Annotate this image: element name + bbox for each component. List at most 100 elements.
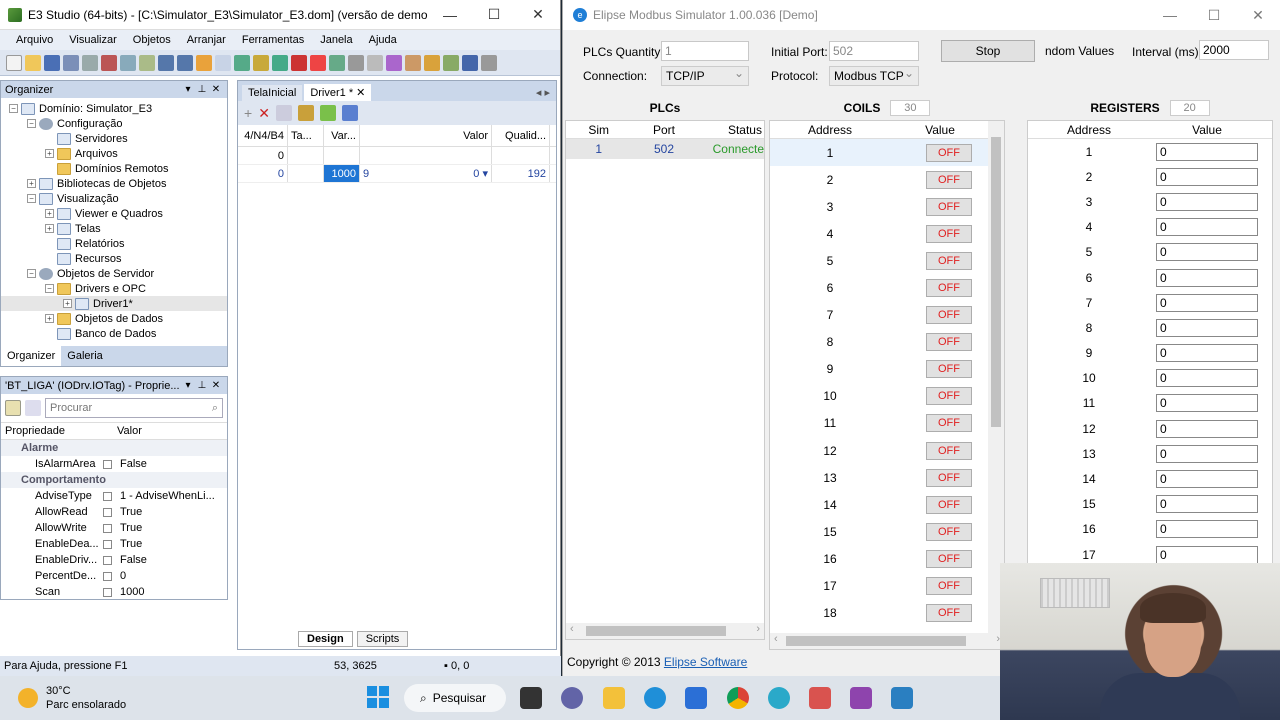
verify-icon[interactable] — [348, 54, 364, 71]
valor-combo[interactable]: 0 ▾ — [473, 165, 488, 182]
expand-icon[interactable]: + — [45, 224, 54, 233]
weather-widget[interactable]: 30°C Parc ensolarado — [18, 684, 126, 712]
tree-item[interactable]: + Arquivos — [1, 146, 227, 161]
coils-vertical-scrollbar[interactable] — [988, 121, 1004, 635]
next-icon[interactable] — [367, 54, 383, 71]
file-explorer-icon[interactable] — [603, 687, 625, 709]
tab-telainicial[interactable]: TelaInicial — [242, 85, 303, 101]
property-row[interactable]: PercentDe... 0 — [1, 568, 227, 584]
tree-item[interactable]: − Drivers e OPC — [1, 281, 227, 296]
properties-icon[interactable] — [82, 54, 98, 71]
register-value-input[interactable]: 0 — [1156, 369, 1258, 388]
coil-toggle-button[interactable]: OFF — [926, 387, 972, 406]
tree-item[interactable]: Relatórios — [1, 236, 227, 251]
expand-icon[interactable]: + — [45, 209, 54, 218]
tree-item[interactable]: Servidores — [1, 131, 227, 146]
property-row[interactable]: IsAlarmArea False — [1, 456, 227, 472]
menu-ferramentas[interactable]: Ferramentas — [234, 34, 312, 46]
tree-item[interactable]: Banco de Dados — [1, 326, 227, 341]
plc-row[interactable]: 1 502 Connecte — [566, 139, 764, 159]
cell[interactable] — [288, 165, 324, 182]
collapse-icon[interactable]: − — [27, 194, 36, 203]
coils-count[interactable]: 30 — [890, 100, 931, 116]
lamp-icon[interactable] — [253, 54, 269, 71]
maximize-icon[interactable]: ☐ — [1192, 7, 1236, 24]
coil-toggle-button[interactable]: OFF — [926, 333, 972, 352]
property-value[interactable]: True — [99, 538, 227, 550]
close-panel-icon[interactable]: ✕ — [209, 84, 223, 95]
undo-icon[interactable] — [158, 54, 174, 71]
pin-icon[interactable]: ⊥ — [195, 84, 209, 95]
property-value[interactable]: 1 - AdviseWhenLi... — [99, 490, 227, 502]
cell[interactable] — [360, 147, 492, 164]
tab-galeria[interactable]: Galeria — [61, 346, 108, 366]
property-row[interactable]: AllowWrite True — [1, 520, 227, 536]
expand-icon[interactable]: + — [63, 299, 72, 308]
new-icon[interactable] — [6, 54, 22, 71]
cell[interactable] — [324, 147, 360, 164]
taskbar-search[interactable]: ⌕ Pesquisar — [404, 684, 506, 712]
menu-janela[interactable]: Janela — [312, 34, 360, 46]
stop-button[interactable]: Stop — [941, 40, 1035, 62]
config-driver-icon[interactable] — [341, 105, 358, 121]
register-value-input[interactable]: 0 — [1156, 192, 1258, 211]
register-value-input[interactable]: 0 — [1156, 545, 1258, 564]
close-icon[interactable]: ✕ — [1236, 7, 1280, 24]
expand-icon[interactable]: + — [45, 149, 54, 158]
tree-item[interactable]: + Viewer e Quadros — [1, 206, 227, 221]
coil-toggle-button[interactable]: OFF — [926, 360, 972, 379]
register-value-input[interactable]: 0 — [1156, 419, 1258, 438]
property-value[interactable]: False — [99, 554, 227, 566]
copy-icon[interactable] — [120, 54, 136, 71]
register-value-input[interactable]: 0 — [1156, 520, 1258, 539]
dropdown-icon[interactable]: ▾ — [181, 380, 195, 391]
close-tab-icon[interactable]: ✕ — [356, 87, 365, 99]
interval-field[interactable]: 2000 — [1199, 40, 1269, 60]
coil-toggle-button[interactable]: OFF — [926, 224, 972, 243]
register-value-input[interactable]: 0 — [1156, 218, 1258, 237]
alarm-icon[interactable] — [310, 54, 326, 71]
register-value-input[interactable]: 0 — [1156, 444, 1258, 463]
property-value[interactable]: True — [99, 522, 227, 534]
tree-item[interactable]: Recursos — [1, 251, 227, 266]
coil-toggle-button[interactable]: OFF — [926, 306, 972, 325]
collapse-icon[interactable]: − — [27, 119, 36, 128]
pin-icon[interactable]: ⊥ — [195, 380, 209, 391]
category-comportamento[interactable]: Comportamento — [1, 472, 227, 488]
gallery-icon[interactable] — [405, 54, 421, 71]
run-icon[interactable] — [272, 54, 288, 71]
property-row[interactable]: AllowRead True — [1, 504, 227, 520]
app2-icon[interactable] — [891, 687, 913, 709]
connection-select[interactable]: TCP/IP — [661, 64, 749, 86]
tab-design[interactable]: Design — [298, 631, 353, 647]
folder-icon[interactable] — [297, 105, 314, 121]
scroll-right-icon[interactable]: › — [756, 623, 760, 635]
play-icon[interactable] — [319, 105, 336, 121]
register-value-input[interactable]: 0 — [1156, 344, 1258, 363]
property-value[interactable]: False — [99, 458, 227, 470]
menu-objetos[interactable]: Objetos — [125, 34, 179, 46]
value-cell[interactable]: 9 0 ▾ — [360, 165, 492, 182]
coil-toggle-button[interactable]: OFF — [926, 577, 972, 596]
property-value[interactable]: 0 — [99, 570, 227, 582]
cell[interactable]: 0 — [238, 147, 288, 164]
register-value-input[interactable]: 0 — [1156, 243, 1258, 262]
categorized-icon[interactable] — [5, 400, 21, 416]
tree-item[interactable]: + Driver1* — [1, 296, 227, 311]
category-alarme[interactable]: Alarme — [1, 440, 227, 456]
cut-icon[interactable] — [101, 54, 117, 71]
coils-horizontal-scrollbar[interactable]: ‹ › — [770, 633, 1004, 649]
scroll-thumb[interactable] — [786, 636, 966, 646]
tree-item[interactable]: − Domínio: Simulator_E3 — [1, 101, 227, 116]
tree-item[interactable]: Domínios Remotos — [1, 161, 227, 176]
coil-toggle-button[interactable]: OFF — [926, 495, 972, 514]
scroll-thumb[interactable] — [586, 626, 726, 636]
menu-arquivo[interactable]: Arquivo — [8, 34, 61, 46]
expand-icon[interactable]: + — [45, 314, 54, 323]
plcs-horizontal-scrollbar[interactable]: ‹ › — [566, 623, 764, 639]
table-row[interactable]: 0 1000 9 0 ▾ 192 — [238, 165, 556, 183]
tree-item[interactable]: − Configuração — [1, 116, 227, 131]
store-icon[interactable] — [685, 687, 707, 709]
coil-toggle-button[interactable]: OFF — [926, 170, 972, 189]
register-value-input[interactable]: 0 — [1156, 293, 1258, 312]
